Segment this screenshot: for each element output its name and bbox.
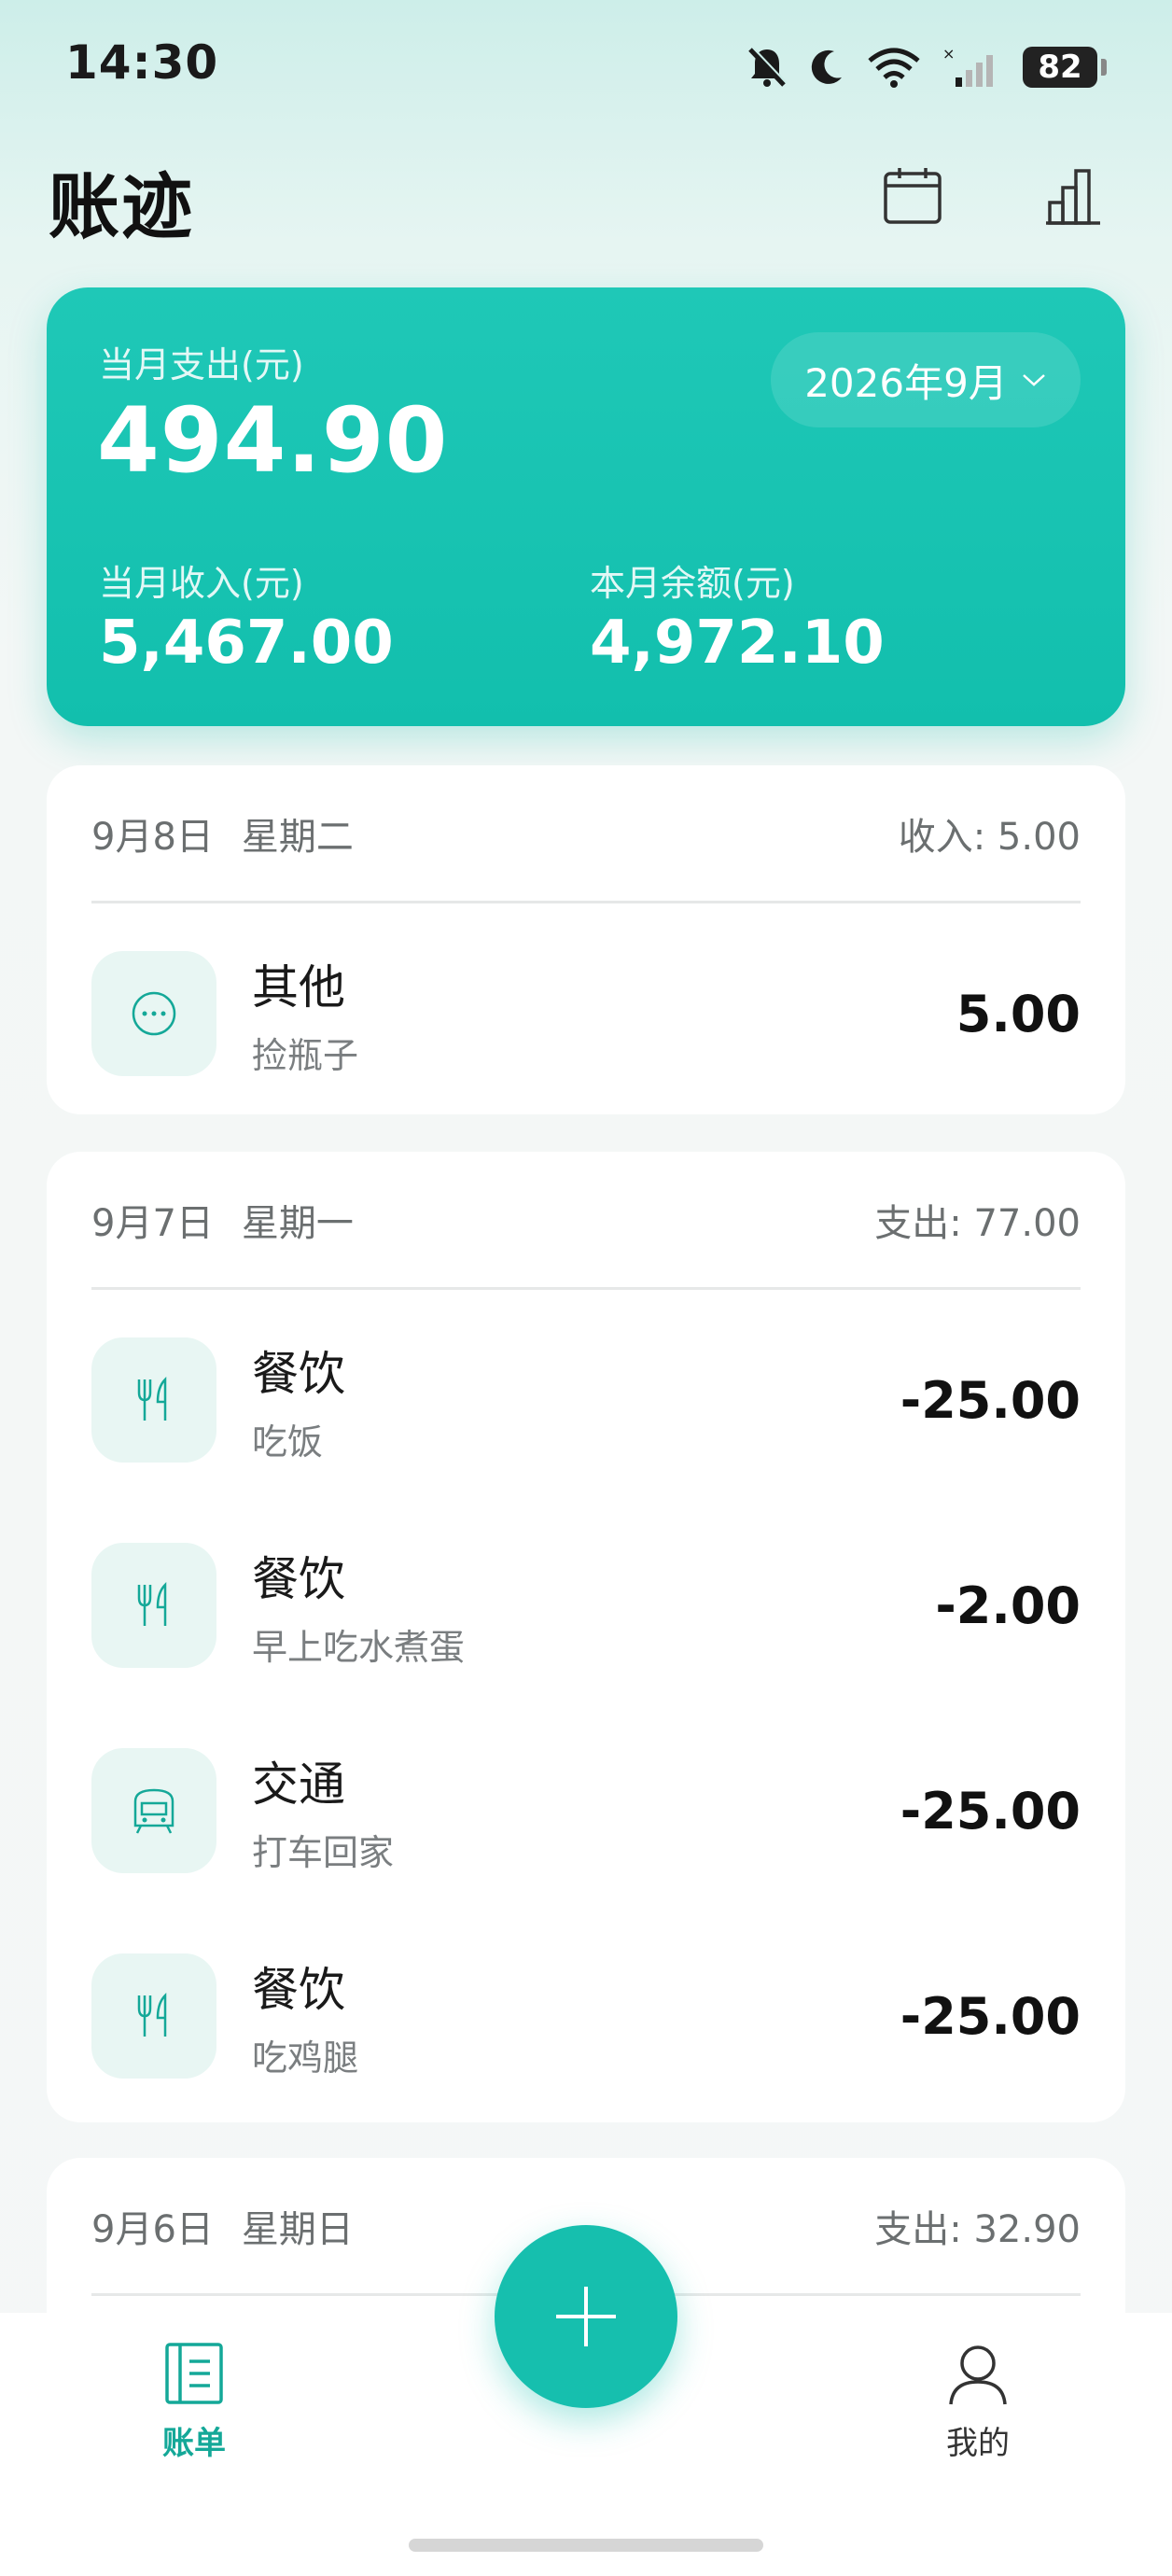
calendar-button[interactable] — [875, 159, 950, 233]
transaction-text: 餐饮 早上吃水煮蛋 — [252, 1542, 935, 1670]
more-dots-icon — [132, 991, 176, 1036]
day-weekday-label: 星期日 — [241, 2207, 354, 2251]
transaction-category: 餐饮 — [252, 1962, 345, 2017]
plus-icon — [556, 2287, 616, 2346]
fork-knife-icon — [137, 1992, 167, 2037]
transaction-item[interactable]: 其他 捡瓶子 5.00 — [91, 948, 1081, 1079]
transaction-item[interactable]: 餐饮 吃鸡腿 -25.00 — [91, 1951, 1081, 2081]
battery-tip — [1101, 59, 1107, 76]
status-bar: 14:30 × 82 — [0, 0, 1172, 131]
day-date-label: 9月8日 — [91, 815, 214, 859]
signal-icon: × — [942, 46, 993, 87]
day-total: 收入: 5.00 — [898, 815, 1081, 859]
home-indicator[interactable] — [409, 2539, 763, 2552]
transaction-item[interactable]: 交通 打车回家 -25.00 — [91, 1745, 1081, 1876]
category-icon-box — [91, 1748, 216, 1873]
transaction-amount: -25.00 — [900, 1370, 1081, 1430]
transaction-text: 交通 打车回家 — [252, 1747, 900, 1875]
statistics-button[interactable] — [1038, 159, 1112, 233]
nav-item-me[interactable]: 我的 — [885, 2341, 1071, 2463]
nav-label-me: 我的 — [946, 2425, 1010, 2462]
transaction-item[interactable]: 餐饮 吃饭 -25.00 — [91, 1335, 1081, 1465]
income-value: 5,467.00 — [99, 609, 394, 678]
transaction-text: 餐饮 吃饭 — [252, 1337, 900, 1464]
transaction-text: 其他 捡瓶子 — [252, 950, 956, 1078]
transaction-note: 吃饭 — [252, 1421, 324, 1463]
battery-level: 82 — [1023, 47, 1097, 88]
nav-item-bills[interactable]: 账单 — [101, 2341, 287, 2463]
status-icons: × 82 — [746, 41, 1107, 93]
day-date: 9月6日 星期日 — [91, 2199, 354, 2253]
transaction-amount: -25.00 — [900, 1781, 1081, 1841]
transaction-item[interactable]: 餐饮 早上吃水煮蛋 -2.00 — [91, 1540, 1081, 1671]
fork-knife-icon — [137, 1376, 167, 1421]
transaction-note: 捡瓶子 — [252, 1034, 359, 1076]
month-picker[interactable]: 2026年9月 — [771, 332, 1081, 427]
day-card: 9月7日 星期一 支出: 77.00 餐饮 吃饭 -25.00 餐饮 早上吃水煮… — [47, 1152, 1125, 2122]
day-date-label: 9月7日 — [91, 1201, 214, 1245]
transaction-category: 餐饮 — [252, 1346, 345, 1401]
calendar-icon — [884, 168, 942, 224]
day-card: 9月8日 星期二 收入: 5.00 其他 捡瓶子 5.00 — [47, 765, 1125, 1114]
add-record-button[interactable] — [495, 2225, 677, 2408]
transaction-category: 交通 — [252, 1757, 345, 1812]
day-date-label: 9月6日 — [91, 2207, 214, 2251]
day-weekday-label: 星期二 — [241, 815, 354, 859]
balance-label: 本月余额(元) — [590, 563, 795, 604]
day-header: 9月7日 星期一 支出: 77.00 — [91, 1152, 1081, 1290]
transaction-category: 其他 — [252, 959, 345, 1015]
balance-value: 4,972.10 — [590, 609, 885, 678]
ledger-icon — [165, 2343, 223, 2404]
chevron-down-icon — [1022, 374, 1045, 386]
transaction-note: 吃鸡腿 — [252, 2037, 359, 2079]
user-icon — [949, 2345, 1007, 2405]
category-icon-box — [91, 1543, 216, 1668]
expense-label: 当月支出(元) — [99, 344, 304, 385]
day-header: 9月8日 星期二 收入: 5.00 — [91, 765, 1081, 903]
day-total: 支出: 32.90 — [874, 2207, 1081, 2251]
nav-label-bills: 账单 — [162, 2425, 226, 2462]
category-icon-box — [91, 951, 216, 1076]
transaction-amount: -25.00 — [900, 1986, 1081, 2046]
transaction-note: 打车回家 — [252, 1831, 395, 1873]
transaction-amount: 5.00 — [956, 984, 1081, 1043]
transaction-category: 餐饮 — [252, 1551, 345, 1606]
status-time: 14:30 — [65, 35, 219, 90]
category-icon-box — [91, 1953, 216, 2079]
month-picker-label: 2026年9月 — [804, 359, 1008, 406]
fork-knife-icon — [137, 1581, 167, 1626]
day-date: 9月7日 星期一 — [91, 1193, 354, 1247]
monthly-summary-card: 当月支出(元) 494.90 2026年9月 当月收入(元) 5,467.00 … — [47, 287, 1125, 726]
battery-indicator: 82 — [1023, 47, 1107, 88]
day-total: 支出: 77.00 — [874, 1201, 1081, 1245]
bar-chart-icon — [1046, 169, 1100, 225]
bus-icon — [133, 1788, 174, 1834]
transaction-amount: -2.00 — [935, 1575, 1081, 1635]
wifi-icon — [868, 48, 920, 88]
moon-icon — [811, 49, 842, 84]
category-icon-box — [91, 1337, 216, 1463]
day-date: 9月8日 星期二 — [91, 806, 354, 861]
income-label: 当月收入(元) — [99, 563, 304, 604]
expense-value: 494.90 — [97, 388, 449, 493]
app-title: 账迹 — [49, 165, 194, 248]
transaction-note: 早上吃水煮蛋 — [252, 1626, 466, 1668]
svg-text:×: × — [942, 46, 955, 63]
day-weekday-label: 星期一 — [241, 1201, 354, 1245]
transaction-text: 餐饮 吃鸡腿 — [252, 1953, 900, 2080]
bell-muted-icon — [748, 47, 788, 87]
